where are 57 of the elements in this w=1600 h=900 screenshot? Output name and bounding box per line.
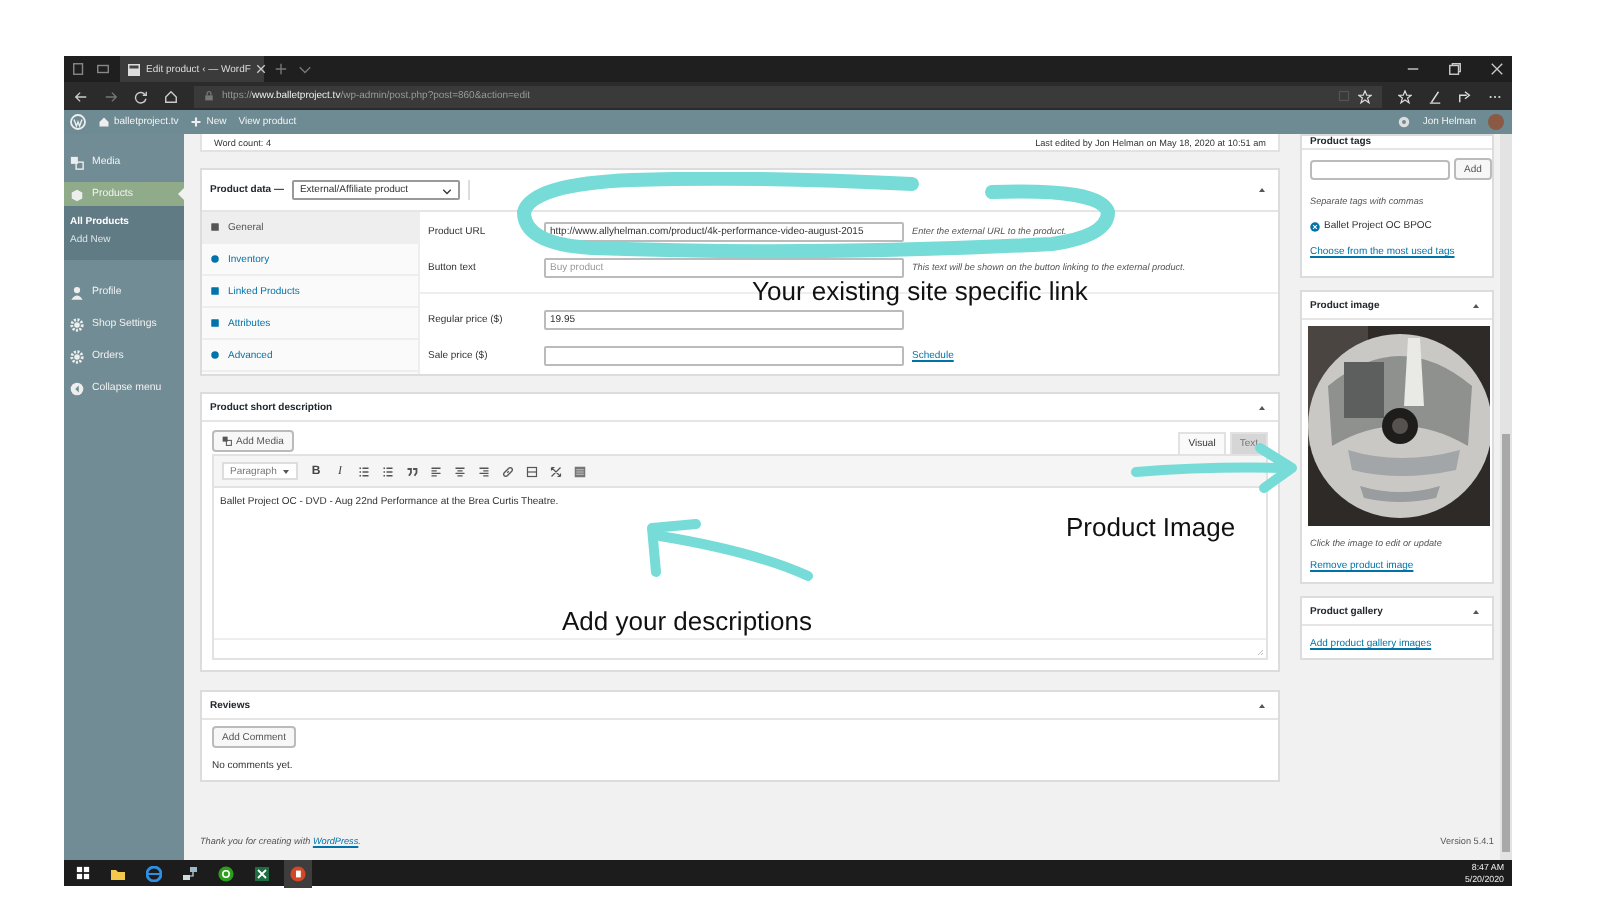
network-icon[interactable] xyxy=(182,865,198,881)
collapse-toggle-icon[interactable] xyxy=(1258,186,1266,194)
home-icon xyxy=(98,116,110,128)
align-left-icon[interactable] xyxy=(430,465,442,477)
windows-start-icon[interactable] xyxy=(76,866,90,880)
person-icon xyxy=(70,285,84,299)
favicon-icon xyxy=(128,63,140,75)
app-icon[interactable] xyxy=(218,865,234,881)
bulleted-list-icon[interactable] xyxy=(358,465,370,477)
spreadsheet-icon[interactable] xyxy=(254,865,270,881)
close-icon[interactable] xyxy=(1490,62,1504,76)
collapse-toggle-icon[interactable] xyxy=(1258,701,1266,709)
annotation-text: Product Image xyxy=(1066,512,1236,542)
wordpress-logo-icon[interactable] xyxy=(70,114,86,130)
lock-icon xyxy=(204,90,214,102)
input-field[interactable] xyxy=(544,345,904,365)
chevron-down-icon[interactable] xyxy=(298,62,312,76)
scrollbar[interactable] xyxy=(1500,134,1512,860)
fullscreen-icon[interactable] xyxy=(550,465,562,477)
collapse-icon xyxy=(70,381,84,395)
collapse-toggle-icon[interactable] xyxy=(1258,403,1266,411)
quote-icon[interactable] xyxy=(406,465,418,477)
align-right-icon[interactable] xyxy=(478,465,490,477)
caret-icon xyxy=(282,467,290,475)
star-icon[interactable] xyxy=(1358,89,1372,103)
remove-tag-icon[interactable] xyxy=(1310,221,1320,231)
annotation-text: Add your descriptions xyxy=(562,606,813,636)
back-icon[interactable] xyxy=(74,89,88,103)
collapse-toggle-icon[interactable] xyxy=(1472,607,1480,615)
close-icon[interactable] xyxy=(256,64,267,74)
tag-input-field[interactable] xyxy=(1310,160,1450,180)
plus-icon xyxy=(190,116,203,128)
restore-icon[interactable] xyxy=(1448,62,1462,76)
read-more-icon[interactable] xyxy=(526,465,538,477)
refresh-icon[interactable] xyxy=(134,89,148,103)
products-icon xyxy=(70,187,84,201)
folder-icon[interactable] xyxy=(110,865,126,881)
align-center-icon[interactable] xyxy=(454,465,466,477)
numbered-list-icon[interactable] xyxy=(382,465,394,477)
chevron-down-icon xyxy=(441,185,452,195)
pen-icon[interactable] xyxy=(1428,89,1442,103)
favorites-icon[interactable] xyxy=(1398,89,1412,103)
tab-actions-icon[interactable] xyxy=(72,62,86,76)
annotation-text: Your existing site specific link xyxy=(752,276,1088,306)
new-tab-icon[interactable] xyxy=(274,62,288,76)
toolbar-toggle-icon[interactable] xyxy=(574,465,586,477)
share-icon[interactable] xyxy=(1458,89,1472,103)
media-icon xyxy=(222,436,232,446)
forward-icon[interactable] xyxy=(104,89,118,103)
notification-icon[interactable] xyxy=(1398,116,1411,128)
tabs-aside-icon[interactable] xyxy=(96,62,110,76)
media-icon xyxy=(70,155,84,169)
home-icon[interactable] xyxy=(164,89,178,103)
minimize-icon[interactable] xyxy=(1406,62,1420,76)
collapse-toggle-icon[interactable] xyxy=(1472,301,1480,309)
browser-icon[interactable] xyxy=(146,865,162,881)
presentation-icon[interactable] xyxy=(290,865,306,881)
